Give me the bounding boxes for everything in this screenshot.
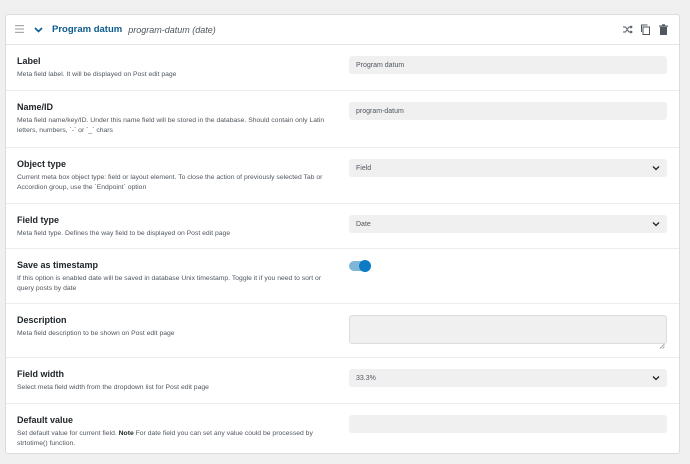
copy-icon[interactable] [640,24,651,35]
description-textarea[interactable] [349,315,667,349]
field-header[interactable]: Program datum program-datum (date) [6,15,679,45]
object-type-select[interactable]: Field [349,159,667,177]
header-actions [622,24,669,35]
label-description: Meta field label. It will be displayed o… [17,71,177,78]
field-width-value: 33.3% [356,374,376,382]
field-type-value: Date [356,220,371,228]
field-type-description: Meta field type. Defines the way field t… [17,230,231,237]
row-object-type: Object type Current meta box object type… [6,148,679,204]
field-width-description: Select meta field width from the dropdow… [17,384,209,391]
field-type-title: Field type [17,215,60,225]
meta-field-panel: Program datum program-datum (date) Label… [5,14,680,454]
label-title: Label [17,56,41,66]
save-timestamp-toggle[interactable] [349,260,371,272]
label-input[interactable]: Program datum [349,56,667,74]
resize-grip-icon[interactable] [659,336,665,349]
row-label: Label Meta field label. It will be displ… [6,45,679,91]
chevron-down-icon[interactable] [34,24,46,36]
row-field-type: Field type Meta field type. Defines the … [6,204,679,249]
chevron-down-icon [652,220,660,228]
default-value-desc-note: Note [118,430,134,437]
trash-icon[interactable] [658,24,669,35]
row-name: Name/ID Meta field name/key/ID. Under th… [6,91,679,148]
save-timestamp-description: If this option is enabled date will be s… [17,275,322,292]
row-default-value: Default value Set default value for curr… [6,404,679,464]
field-type-select[interactable]: Date [349,215,667,233]
name-input[interactable]: program-datum [349,102,667,120]
default-value-desc-pre: Set default value for current field. [17,430,117,437]
default-value-description: Set default value for current field. Not… [17,429,339,449]
chevron-down-icon [652,374,660,382]
object-type-description: Current meta box object type: field or l… [17,174,323,191]
name-title: Name/ID [17,102,54,112]
row-description: Description Meta field description to be… [6,304,679,358]
row-field-width: Field width Select meta field width from… [6,358,679,404]
save-timestamp-title: Save as timestamp [17,260,99,270]
field-width-select[interactable]: 33.3% [349,369,667,387]
object-type-title: Object type [17,159,67,169]
default-value-input[interactable] [349,415,667,433]
row-save-timestamp: Save as timestamp If this option is enab… [6,249,679,304]
shuffle-icon[interactable] [622,24,633,35]
field-subtitle: program-datum (date) [128,24,216,35]
description-description: Meta field description to be shown on Po… [17,330,175,337]
name-description: Meta field name/key/ID. Under this name … [17,117,325,134]
description-title: Description [17,315,67,325]
default-value-title: Default value [17,415,74,425]
toggle-knob [359,260,371,272]
field-title[interactable]: Program datum [52,24,122,35]
object-type-value: Field [356,164,372,172]
field-width-title: Field width [17,369,64,379]
chevron-down-icon [652,164,660,172]
drag-handle-icon[interactable] [15,24,29,36]
